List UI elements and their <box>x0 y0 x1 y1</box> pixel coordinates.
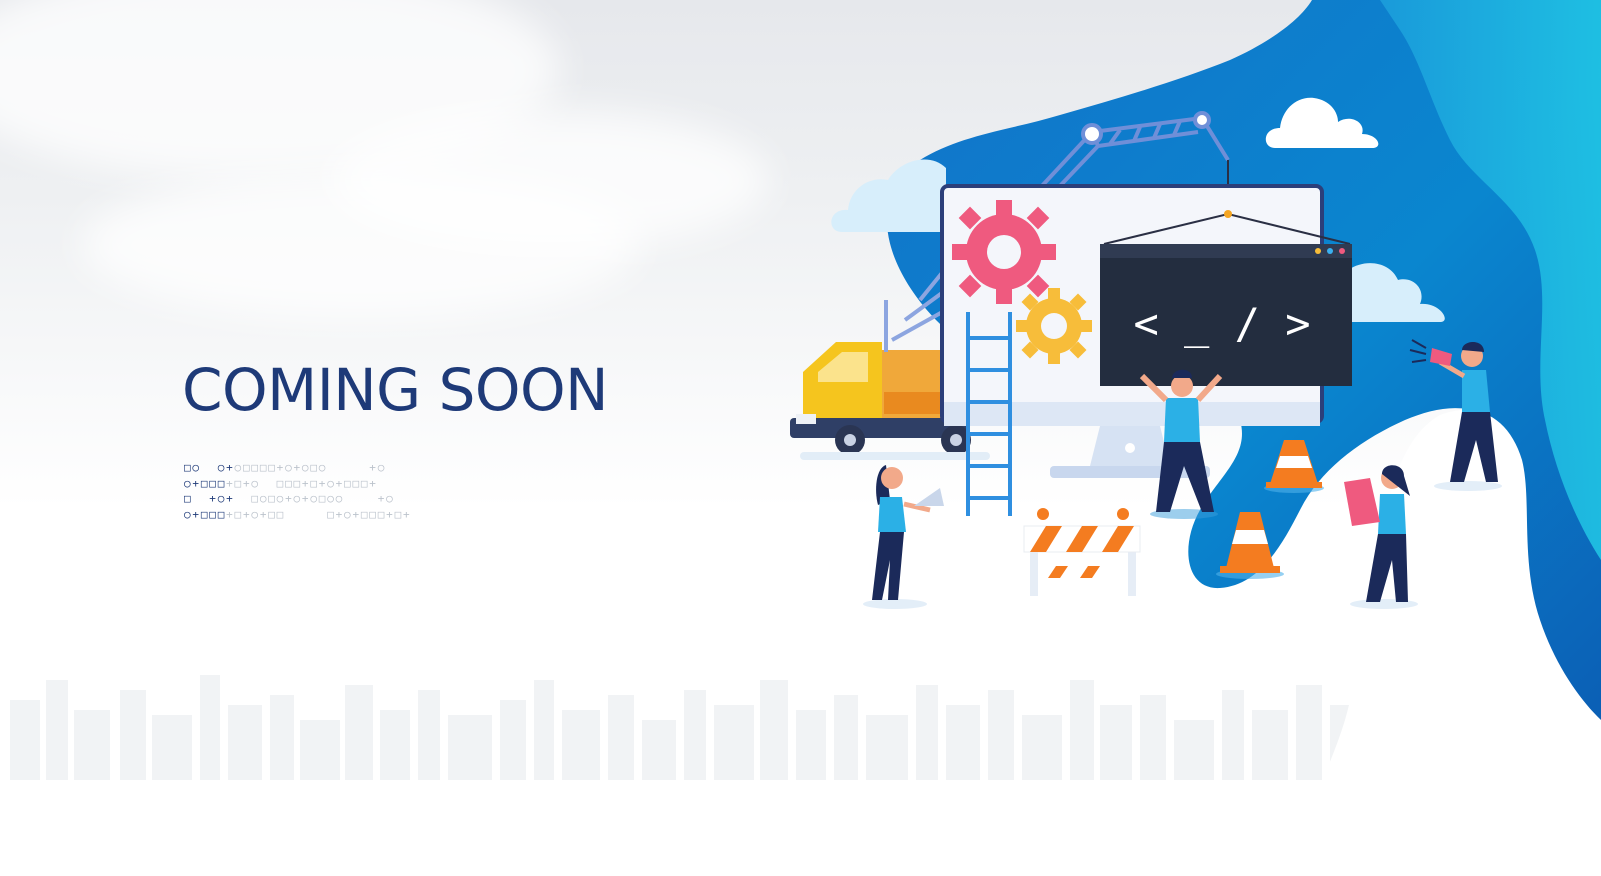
blue-wave-shape <box>886 0 1601 876</box>
gear-icon <box>1016 288 1092 364</box>
code-window-text: < _ / > <box>1133 299 1310 348</box>
laptop-icon <box>914 488 944 506</box>
road-barrier-icon <box>1023 508 1141 596</box>
worker-with-laptop <box>863 465 944 609</box>
gear-icon <box>952 200 1056 304</box>
cloud-icon <box>831 159 946 232</box>
construction-illustration: < _ / > <box>790 0 1601 876</box>
